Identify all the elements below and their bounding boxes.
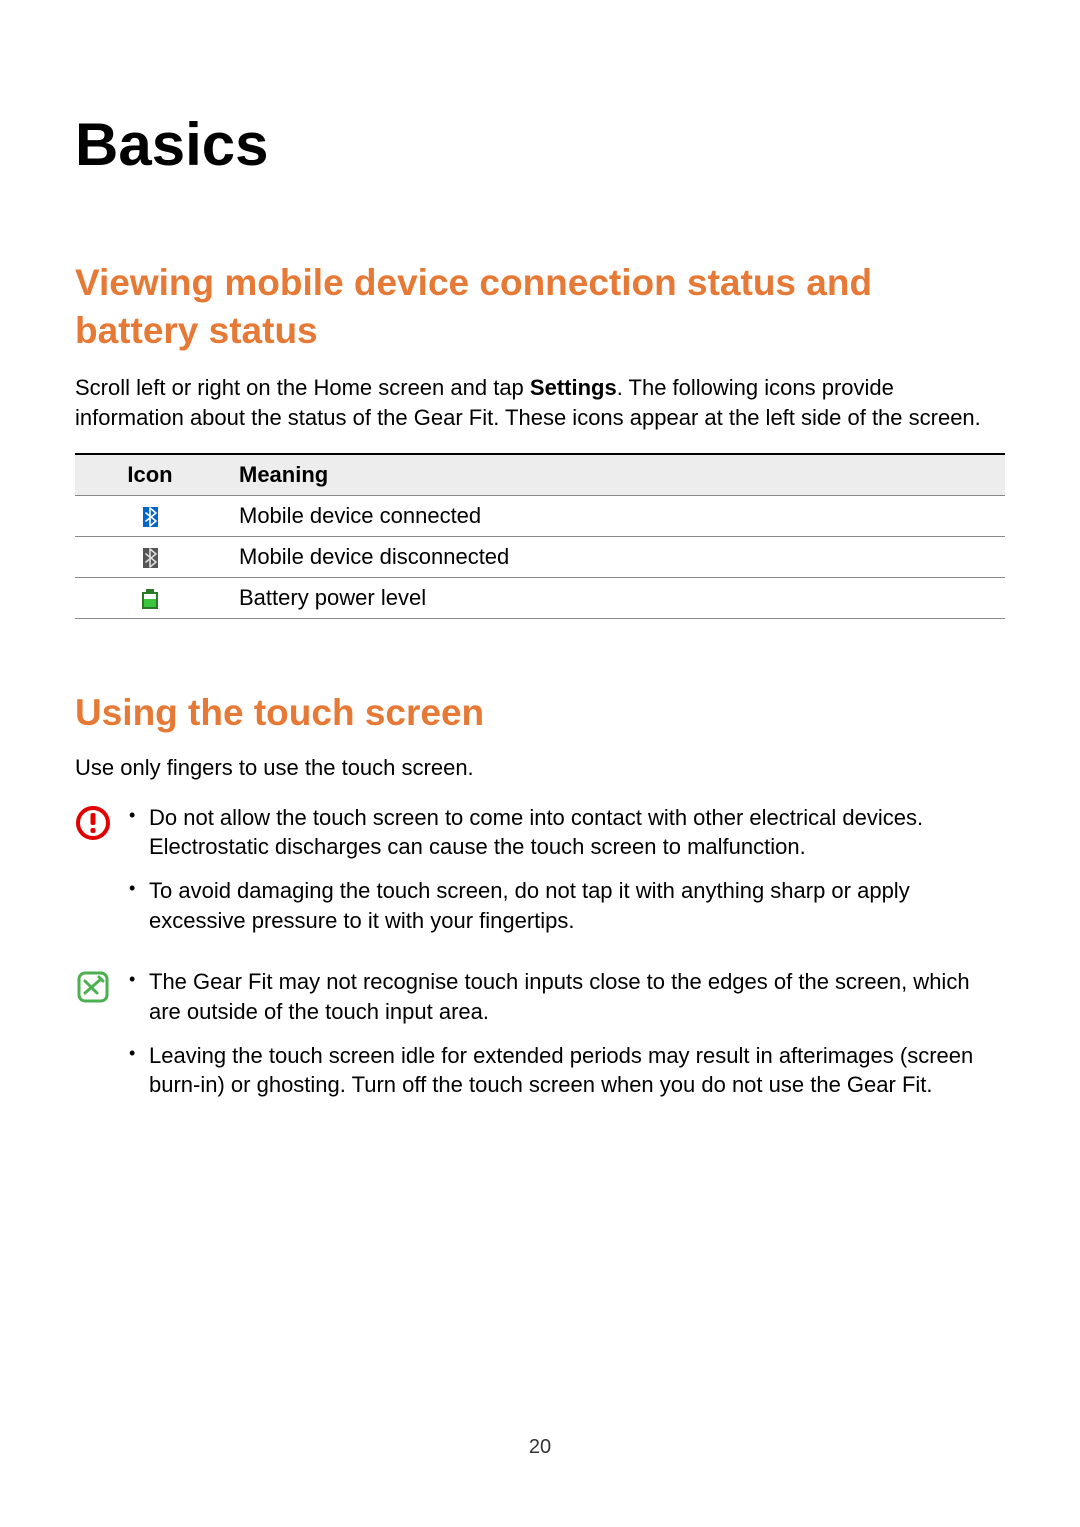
- table-row: Mobile device disconnected: [75, 536, 1005, 577]
- list-item: Leaving the touch screen idle for extend…: [127, 1041, 1005, 1100]
- table-row: Mobile device connected: [75, 495, 1005, 536]
- list-item: To avoid damaging the touch screen, do n…: [127, 876, 1005, 935]
- para-prefix: Scroll left or right on the Home screen …: [75, 375, 530, 400]
- section2-title: Using the touch screen: [75, 689, 1005, 737]
- table-header-row: Icon Meaning: [75, 454, 1005, 496]
- chapter-title: Basics: [75, 110, 1005, 179]
- col-header-icon: Icon: [75, 454, 225, 496]
- status-icon-table: Icon Meaning Mobile device connected: [75, 453, 1005, 619]
- caution-callout: Do not allow the touch screen to come in…: [75, 803, 1005, 950]
- meaning-cell: Mobile device connected: [225, 495, 1005, 536]
- list-item: The Gear Fit may not recognise touch inp…: [127, 967, 1005, 1026]
- icon-cell: [75, 536, 225, 577]
- meaning-cell: Battery power level: [225, 577, 1005, 618]
- battery-icon: [142, 589, 158, 609]
- icon-cell: [75, 495, 225, 536]
- meaning-cell: Mobile device disconnected: [225, 536, 1005, 577]
- col-header-meaning: Meaning: [225, 454, 1005, 496]
- bluetooth-disconnected-icon: [143, 548, 158, 568]
- note-callout: The Gear Fit may not recognise touch inp…: [75, 967, 1005, 1114]
- section1-title: Viewing mobile device connection status …: [75, 259, 1005, 355]
- touch-intro: Use only fingers to use the touch screen…: [75, 755, 1005, 781]
- icon-cell: [75, 577, 225, 618]
- caution-list: Do not allow the touch screen to come in…: [127, 803, 1005, 950]
- bluetooth-connected-icon: [143, 507, 158, 527]
- note-icon: [75, 967, 127, 1010]
- settings-bold: Settings: [530, 375, 617, 400]
- list-item: Do not allow the touch screen to come in…: [127, 803, 1005, 862]
- note-list: The Gear Fit may not recognise touch inp…: [127, 967, 1005, 1114]
- section1-paragraph: Scroll left or right on the Home screen …: [75, 373, 1005, 432]
- table-row: Battery power level: [75, 577, 1005, 618]
- page-number: 20: [0, 1436, 1080, 1459]
- page-content: Basics Viewing mobile device connection …: [0, 0, 1080, 1114]
- caution-icon: [75, 803, 127, 846]
